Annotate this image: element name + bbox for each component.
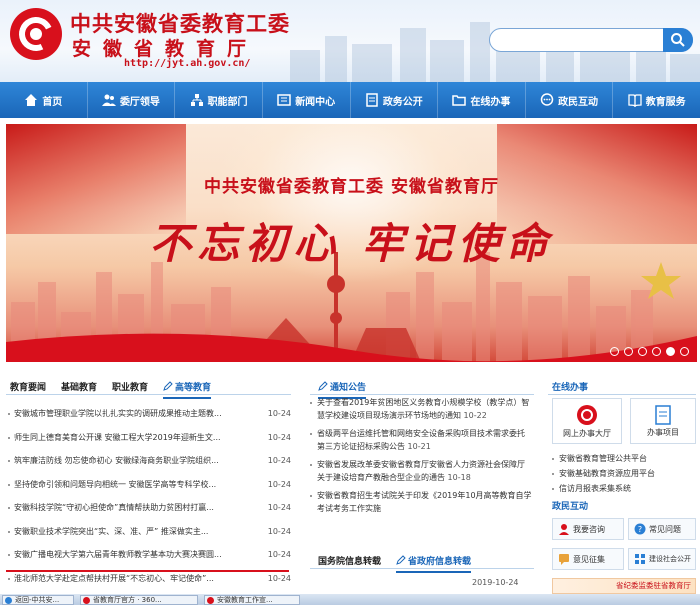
user-icon [559,524,569,535]
banner-title: 中共安徽省委教育工委 安徽省教育厅 [204,177,499,197]
service-link[interactable]: 安徽基础教育资源应用平台 [552,466,655,481]
site-logo[interactable] [10,8,62,60]
service-link[interactable]: 信访月报表采集系统 [552,481,655,496]
people-icon [101,94,116,106]
nav-item-5[interactable]: 在线办事 [438,82,526,118]
emblem-icon [577,405,597,425]
news-item[interactable]: 坚持使命引领和问题导向相统一 安徽医学高等专科学校... 10-24 [8,473,291,497]
consult-button[interactable]: 我要咨询 [552,518,624,540]
site-title-sub: 安徽省教育厅 [72,38,259,60]
nav-item-label: 委厅领导 [119,96,160,108]
news-item[interactable]: 筑牢廉洁防线 勿忘使命初心 安徽绿海商务职业学院组织... 10-24 [8,449,291,473]
service-link[interactable]: 安徽省教育管理公共平台 [552,451,655,466]
notice-item[interactable]: 省级两平台运维托管和网络安全设备采购项目技术需求委托第三方论证招标采购公告 10… [310,427,532,453]
opinion-button[interactable]: 意见征集 [552,548,624,570]
os-taskbar: 返回-中共安... 省教育厅官方 · 360... 安徽教育工作宣... [0,594,700,605]
site-url[interactable]: http://jyt.ah.gov.cn/ [124,58,250,69]
nav-item-0[interactable]: 首页 [0,82,88,118]
news-item[interactable]: 安徽广播电视大学第六届青年教师教学基本功大赛决赛圆... 10-24 [8,543,291,567]
search-input[interactable] [489,28,693,52]
service-links: 安徽省教育管理公共平台 安徽基础教育资源应用平台 信访月报表采集系统 [552,451,655,496]
folder-icon [452,95,467,106]
chat-icon [540,93,554,106]
document-icon [655,405,671,425]
banner-slogan: 不忘初心 牢记使命 [149,219,554,268]
carousel-dot[interactable] [680,347,689,356]
discipline-link[interactable]: 省纪委监委驻省教育厅 [552,578,696,594]
taskbar-item-1[interactable]: 返回-中共安... [2,595,74,605]
taskbar-item-2[interactable]: 省教育厅官方 · 360... [80,595,198,605]
carousel-dot[interactable] [652,347,661,356]
news-list: 安徽城市管理职业学院以扎扎实实的调研成果推动主题教... 10-24 师生同上德育美… [8,402,291,605]
taskbar-item-3[interactable]: 安徽教育工作宣... [204,595,300,605]
online-hall-button[interactable]: 网上办事大厅 [552,398,622,444]
news-item[interactable]: 师生同上德育美育公开课 安徽工程大学2019年迎新生文... 10-24 [8,426,291,450]
nav-item-1[interactable]: 委厅领导 [88,82,176,118]
question-icon: ? [634,523,646,535]
nav-item-label: 教育服务 [645,96,686,108]
service-items-button[interactable]: 办事项目 [630,398,696,444]
news-selection-line [6,570,289,572]
news-item[interactable]: 安徽职业技术学院突出“实、深、准、严” 推深做实主... 10-24 [8,520,291,544]
nav-item-6[interactable]: 政民互动 [526,82,614,118]
site-header: 中共安徽省委教育工委 安徽省教育厅 http://jyt.ah.gov.cn/ [0,0,700,82]
carousel-indicators [610,347,689,356]
bottom-date: 2019-10-24 [472,578,519,587]
news-icon [277,94,291,106]
news-item[interactable]: 安徽城市管理职业学院以扎扎实实的调研成果推动主题教... 10-24 [8,402,291,426]
book-icon [628,94,642,107]
svg-text:?: ? [638,525,642,534]
nav-item-3[interactable]: 新闻中心 [263,82,351,118]
news-item[interactable]: 安徽科技学院“守初心担使命”真情帮扶助力贫困村打赢... 10-24 [8,496,291,520]
nav-item-label: 在线办事 [470,96,511,108]
org-icon [190,94,203,106]
carousel-dot[interactable] [624,347,633,356]
nav-item-label: 职能部门 [207,96,248,108]
pencil-icon [163,381,173,391]
nav-item-label: 政民互动 [558,96,599,108]
pencil-icon [396,555,406,565]
carousel-dot[interactable] [638,347,647,356]
search-button[interactable] [663,28,693,52]
carousel-dot[interactable] [610,347,619,356]
main-nav: 首页 委厅领导 职能部门 新闻中心 政务公开 在线办事 政民互动 教育服务 [0,82,700,118]
nav-item-4[interactable]: 政务公开 [351,82,439,118]
home-icon [25,94,38,106]
grid-icon [635,554,645,564]
comment-icon [559,554,569,565]
pencil-icon [318,381,328,391]
hero-banner[interactable]: 中共安徽省委教育工委 安徽省教育厅 不忘初心 牢记使命 [6,124,697,362]
interaction-title: 政民互动 [552,502,589,512]
search-icon [671,33,685,47]
online-service-title: 在线办事 [552,383,589,393]
document-icon [366,93,378,107]
notice-list: 关于查看2019年贫困地区义务教育小规模学校（教学点）智慧学校建设项目现场演示环… [310,396,532,520]
nav-item-label: 首页 [42,96,63,108]
notice-item[interactable]: 安徽省教育招生考试院关于印发《2019年10月高等教育自学考试考务工作实施 [310,489,532,515]
notice-item[interactable]: 安徽省发展改革委安徽省教育厅安徽省人力资源社会保障厅关于建设培育产教融合型企业的… [310,458,532,484]
nav-item-label: 政务公开 [382,96,423,108]
nav-item-7[interactable]: 教育服务 [613,82,700,118]
construction-button[interactable]: 建设社会公开 [628,548,696,570]
carousel-dot[interactable] [666,347,675,356]
nav-item-2[interactable]: 职能部门 [175,82,263,118]
nav-item-label: 新闻中心 [295,96,336,108]
notice-item[interactable]: 关于查看2019年贫困地区义务教育小规模学校（教学点）智慧学校建设项目现场演示环… [310,396,532,422]
faq-button[interactable]: ? 常见问题 [628,518,696,540]
